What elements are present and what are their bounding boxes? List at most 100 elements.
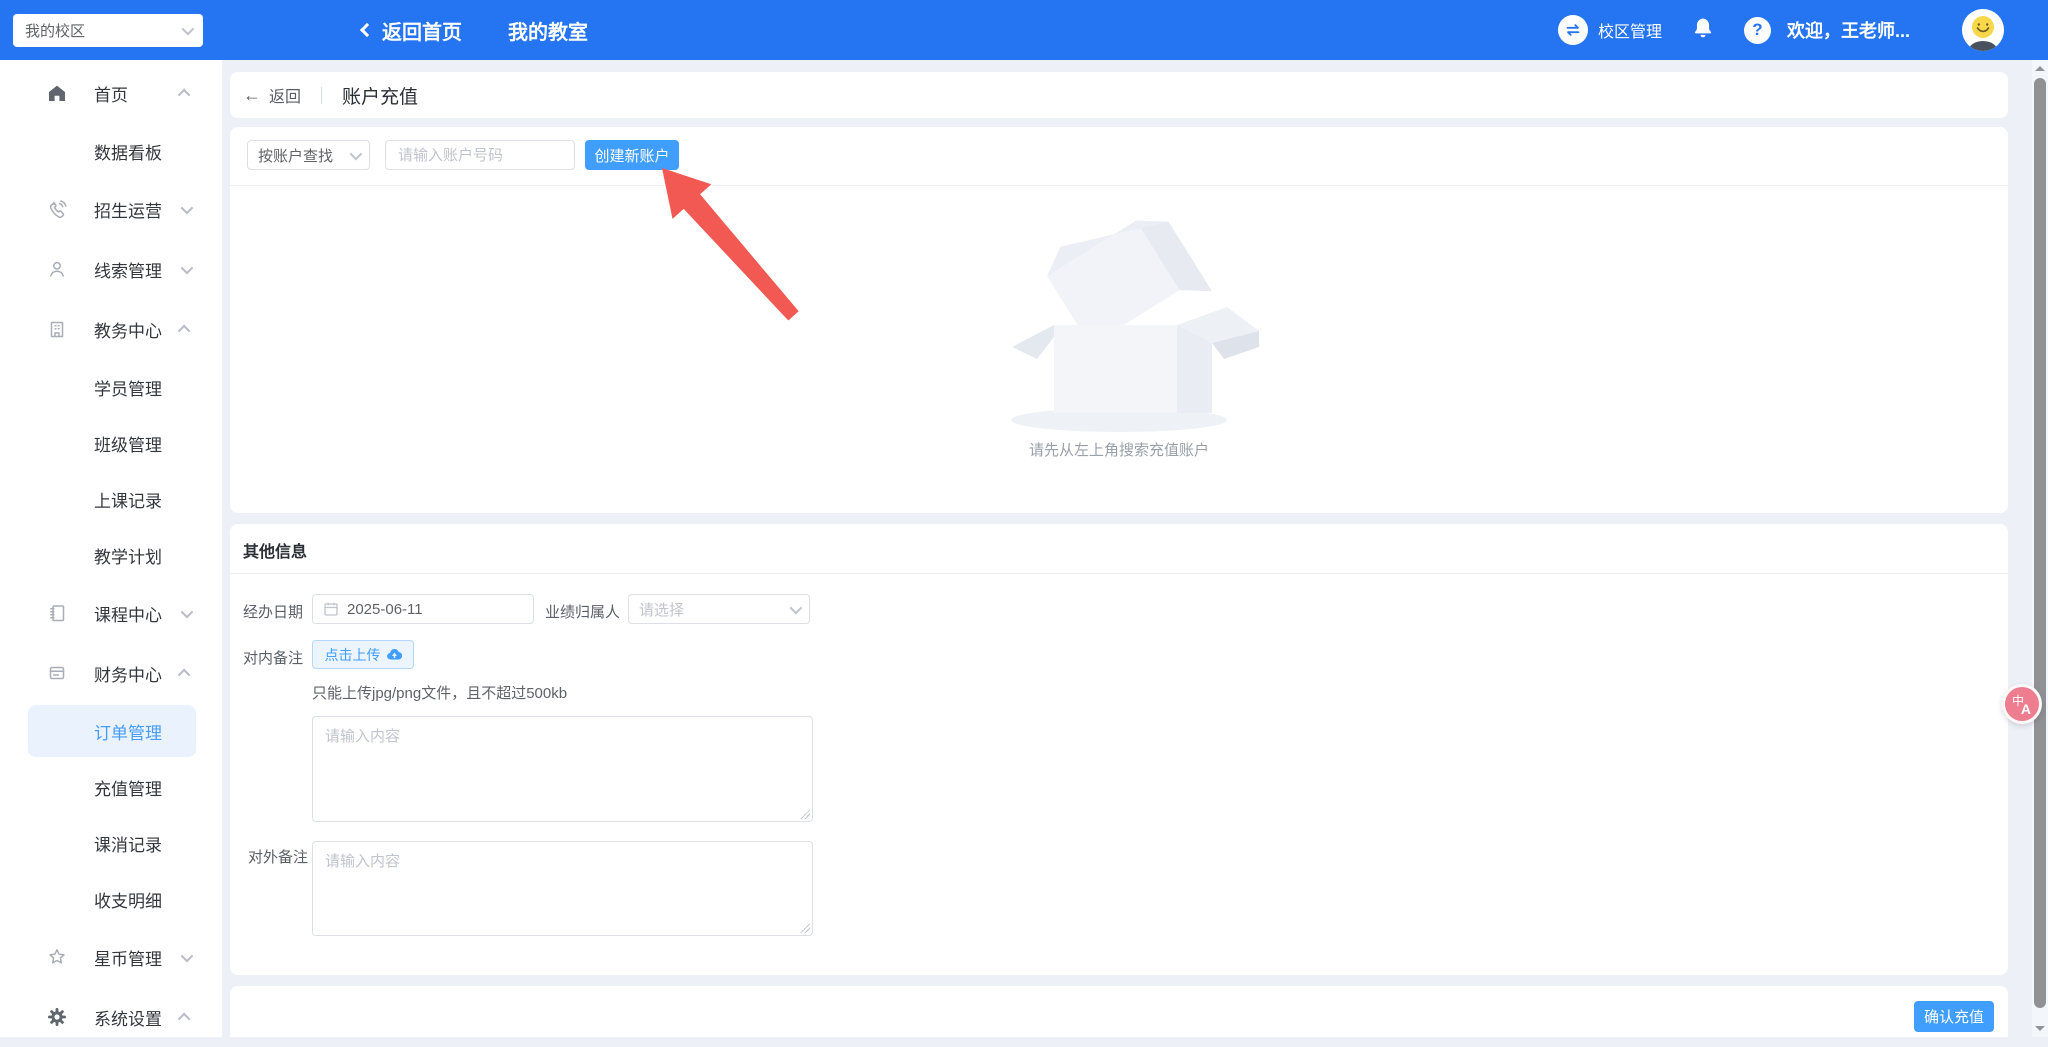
page-title: 账户充值 [342, 86, 419, 108]
chevron-up-icon [177, 324, 191, 337]
scrollbar-thumb[interactable] [2034, 78, 2046, 1008]
book-icon [46, 602, 68, 624]
sidebar-item-recharge[interactable]: 充值管理 [0, 759, 222, 815]
sidebar-item-label: 首页 [94, 85, 128, 105]
search-card: 按账户查找 创建新账户 请先从左上角搜索充值账户 [230, 127, 2008, 513]
scroll-down-arrow-icon[interactable] [2035, 1026, 2045, 1031]
date-value: 2025-06-11 [347, 600, 423, 618]
sidebar-item-label: 数据看板 [94, 143, 162, 163]
sidebar-item-students[interactable]: 学员管理 [0, 359, 222, 415]
internal-note-textarea-wrap [312, 716, 813, 822]
section-title: 其他信息 [243, 544, 308, 561]
date-label: 经办日期 [243, 604, 304, 621]
vertical-scrollbar[interactable] [2032, 60, 2048, 1037]
card-icon [46, 662, 68, 684]
sidebar-item-leads[interactable]: 线索管理 [0, 239, 222, 299]
chevron-down-icon [180, 261, 194, 274]
other-info-card: 其他信息 经办日期 2025-06-11 业绩归属人 请选择 对内备注 点击上传 [230, 524, 2008, 975]
sidebar-item-label: 班级管理 [94, 435, 162, 455]
divider [230, 185, 2008, 186]
sidebar-item-classes[interactable]: 班级管理 [0, 415, 222, 471]
sidebar-item-academic-center[interactable]: 教务中心 [0, 299, 222, 359]
external-note-label: 对外备注 [248, 849, 309, 866]
sidebar-item-consumption-records[interactable]: 课消记录 [0, 815, 222, 871]
my-classroom-link[interactable]: 我的教室 [508, 16, 588, 45]
internal-note-label: 对内备注 [243, 650, 304, 667]
sidebar-item-label: 上课记录 [94, 491, 162, 511]
calendar-icon [323, 601, 339, 617]
account-number-input[interactable] [385, 140, 575, 170]
empty-box-illustration [1011, 220, 1259, 432]
sidebar-item-income-expense[interactable]: 收支明细 [0, 871, 222, 927]
scroll-up-arrow-icon[interactable] [2035, 66, 2045, 71]
chevron-down-icon [789, 601, 803, 614]
upload-cloud-icon [386, 648, 402, 660]
upload-hint: 只能上传jpg/png文件，且不超过500kb [312, 685, 568, 702]
back-home-label: 返回首页 [382, 21, 462, 44]
footer-bar: 确认充值 [230, 986, 2008, 1037]
phone-icon [46, 198, 68, 220]
sidebar-item-label: 课程中心 [94, 605, 162, 625]
sidebar-item-label: 学员管理 [94, 379, 162, 399]
star-icon [46, 946, 68, 968]
sidebar-item-enrollment[interactable]: 招生运营 [0, 179, 222, 239]
gear-icon [46, 1006, 68, 1028]
sidebar-item-home[interactable]: 首页 [0, 63, 222, 123]
create-account-button[interactable]: 创建新账户 [585, 140, 679, 170]
avatar[interactable] [1962, 9, 2004, 51]
sidebar-item-class-records[interactable]: 上课记录 [0, 471, 222, 527]
chevron-up-icon [177, 1012, 191, 1025]
external-note-textarea[interactable] [312, 841, 813, 936]
sidebar-item-label: 教务中心 [94, 321, 162, 341]
chevron-left-icon [359, 22, 375, 38]
sidebar: 首页 数据看板 招生运营 线索管理 教务中心 学员管理 班级管理 上课记录 教学… [0, 60, 222, 1037]
campus-select-value: 我的校区 [25, 23, 86, 40]
sidebar-item-label: 教学计划 [94, 547, 162, 567]
sidebar-item-label: 财务中心 [94, 665, 162, 685]
back-home-link[interactable]: 返回首页 [359, 16, 462, 45]
owner-label: 业绩归属人 [545, 604, 621, 621]
sidebar-item-teaching-plans[interactable]: 教学计划 [0, 527, 222, 583]
sidebar-item-label: 招生运营 [94, 201, 162, 221]
owner-placeholder: 请选择 [639, 601, 685, 619]
chevron-down-icon [180, 949, 194, 962]
sidebar-item-data-dashboard[interactable]: 数据看板 [0, 123, 222, 179]
sidebar-item-finance-center[interactable]: 财务中心 [0, 643, 222, 703]
sidebar-item-orders[interactable]: 订单管理 [0, 703, 222, 759]
back-button[interactable]: ← 返回 [243, 83, 301, 107]
sidebar-item-label: 系统设置 [94, 1009, 162, 1029]
sidebar-item-course-center[interactable]: 课程中心 [0, 583, 222, 643]
campus-select[interactable]: 我的校区 [13, 14, 203, 47]
search-mode-select[interactable]: 按账户查找 [247, 140, 370, 170]
page-header-card: ← 返回 账户充值 [230, 72, 2008, 118]
upload-button-label: 点击上传 [324, 646, 381, 663]
sidebar-item-label: 线索管理 [94, 261, 162, 281]
sidebar-item-label: 课消记录 [94, 835, 162, 855]
upload-button[interactable]: 点击上传 [312, 640, 414, 669]
divider [230, 573, 2008, 574]
confirm-recharge-button[interactable]: 确认充值 [1914, 1001, 1994, 1032]
back-label: 返回 [269, 89, 302, 106]
translate-en-glyph: A [2020, 701, 2031, 717]
building-icon [46, 318, 68, 340]
welcome-text: 欢迎，王老师... [1786, 21, 1910, 41]
campus-management-link[interactable]: 校区管理 [1598, 18, 1662, 42]
owner-select[interactable]: 请选择 [628, 594, 810, 624]
chevron-up-icon [177, 88, 191, 101]
sidebar-item-star-coin[interactable]: 星币管理 [0, 927, 222, 987]
bell-icon[interactable] [1690, 15, 1716, 46]
arrow-left-icon: ← [243, 84, 261, 105]
home-icon [46, 82, 68, 104]
sidebar-item-settings[interactable]: 系统设置 [0, 987, 222, 1047]
translate-button[interactable]: 中 A [2002, 684, 2042, 724]
chevron-up-icon [177, 668, 191, 681]
date-input[interactable]: 2025-06-11 [312, 594, 534, 624]
switch-arrows-icon[interactable] [1557, 15, 1588, 45]
question-icon[interactable]: ? [1743, 16, 1771, 44]
sidebar-item-label: 订单管理 [94, 723, 162, 743]
internal-note-textarea[interactable] [312, 716, 813, 822]
user-icon [46, 258, 68, 280]
chevron-down-icon [181, 22, 195, 36]
main-content: ← 返回 账户充值 按账户查找 创建新账户 请先从左上角 [222, 60, 2032, 1037]
sidebar-item-label: 星币管理 [94, 949, 162, 969]
